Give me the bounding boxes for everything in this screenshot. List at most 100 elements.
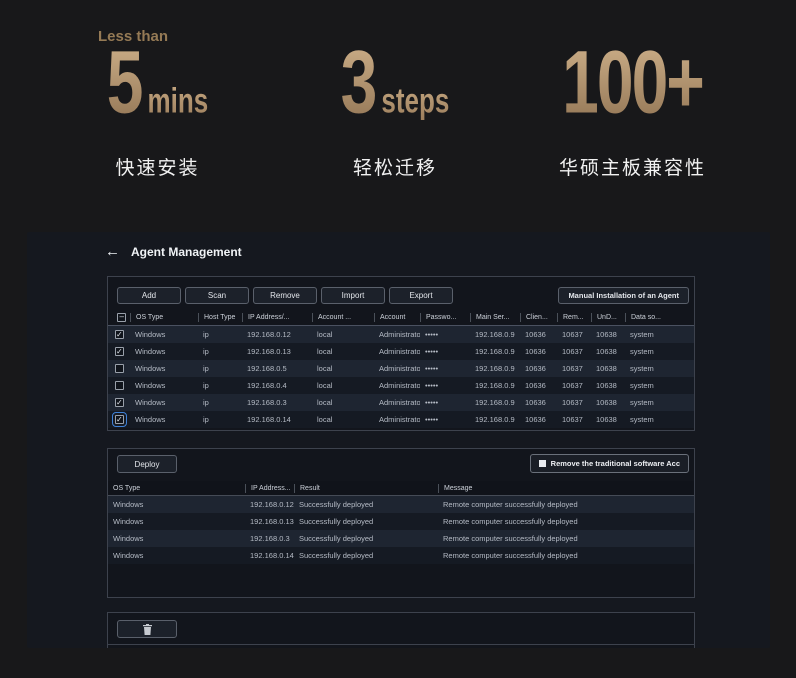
stat-label: 轻松迁移 bbox=[352, 158, 437, 179]
table-cell: Administrator bbox=[379, 398, 420, 407]
table-cell: ip bbox=[203, 364, 209, 373]
column-header: IP Address... bbox=[245, 483, 294, 493]
import-button[interactable]: Import bbox=[321, 287, 385, 304]
manual-install-button[interactable]: Manual Installation of an Agent bbox=[558, 287, 689, 304]
table-row[interactable]: Windows 192.168.0.12 Successfully deployed… bbox=[108, 496, 694, 513]
column-header: Account bbox=[374, 312, 420, 322]
table-cell: 10638 bbox=[596, 381, 617, 390]
delete-button[interactable] bbox=[117, 620, 177, 638]
row-checkbox-cell bbox=[108, 364, 130, 373]
row-checkbox[interactable] bbox=[114, 347, 124, 356]
table-cell: Remote computer successfully deployed bbox=[443, 551, 578, 560]
table-cell: ip bbox=[203, 415, 209, 424]
table-cell: 10636 bbox=[525, 398, 546, 407]
deploy-table-header: OS Type IP Address... Result Message bbox=[108, 481, 694, 496]
table-cell: 10637 bbox=[562, 381, 583, 390]
row-checkbox[interactable] bbox=[114, 364, 124, 373]
panel-header: ← Agent Management bbox=[105, 244, 242, 259]
table-cell: Administrator bbox=[379, 415, 420, 424]
table-cell: Windows bbox=[135, 398, 166, 407]
table-cell: 192.168.0.12 bbox=[250, 500, 294, 509]
table-cell: 10638 bbox=[596, 330, 617, 339]
row-checkbox-cell bbox=[108, 347, 130, 356]
table-cell: ••••• bbox=[425, 364, 439, 373]
table-cell: Windows bbox=[113, 517, 144, 526]
row-checkbox[interactable] bbox=[114, 398, 124, 407]
table-cell: system bbox=[630, 364, 654, 373]
back-icon[interactable]: ← bbox=[105, 244, 120, 259]
stat-compatibility: 100+ 华硕主板兼容性 bbox=[525, 32, 740, 180]
select-all-checkbox[interactable] bbox=[117, 312, 126, 322]
table-cell: local bbox=[317, 381, 333, 390]
table-cell: 10636 bbox=[525, 330, 546, 339]
table-cell: 192.168.0.3 bbox=[250, 534, 290, 543]
table-cell: 10638 bbox=[596, 347, 617, 356]
column-header: Passwo... bbox=[420, 312, 470, 322]
table-row[interactable]: Windows ip 192.168.0.3 local Administrator ••… bbox=[108, 394, 694, 411]
table-cell: Windows bbox=[135, 364, 166, 373]
table-cell: ••••• bbox=[425, 381, 439, 390]
table-cell: 10638 bbox=[596, 364, 617, 373]
trash-icon bbox=[142, 623, 152, 635]
table-cell: Windows bbox=[113, 551, 144, 560]
scan-button[interactable]: Scan bbox=[185, 287, 249, 304]
table-cell: 10637 bbox=[562, 415, 583, 424]
stat-unit: steps bbox=[381, 80, 450, 121]
column-header: UnD... bbox=[591, 312, 625, 322]
agents-table-body: Windows ip 192.168.0.12 local Administrator •… bbox=[108, 326, 694, 428]
add-button[interactable]: Add bbox=[117, 287, 181, 304]
table-cell: 10637 bbox=[562, 398, 583, 407]
table-cell: 10637 bbox=[562, 347, 583, 356]
column-header: Account ... bbox=[312, 312, 374, 322]
table-row[interactable]: Windows 192.168.0.13 Successfully deployed… bbox=[108, 513, 694, 530]
table-cell: 192.168.0.9 bbox=[475, 415, 515, 424]
table-cell: 10636 bbox=[525, 415, 546, 424]
row-checkbox[interactable] bbox=[114, 330, 124, 339]
table-cell: 192.168.0.9 bbox=[475, 347, 515, 356]
table-row[interactable]: Windows ip 192.168.0.12 local Administrator •… bbox=[108, 326, 694, 343]
table-cell: system bbox=[630, 330, 654, 339]
column-header: OS Type bbox=[130, 312, 198, 322]
table-cell: 192.168.0.14 bbox=[250, 551, 294, 560]
table-cell: local bbox=[317, 398, 333, 407]
remove-traditional-software-toggle[interactable]: Remove the traditional software Acc bbox=[529, 454, 689, 473]
column-header: Host Type bbox=[198, 312, 242, 322]
table-cell: 10636 bbox=[525, 347, 546, 356]
table-cell: 192.168.0.3 bbox=[247, 398, 287, 407]
stat-number: 3 bbox=[341, 29, 378, 134]
column-header: IP Address/... bbox=[242, 312, 312, 322]
column-header: Data so... bbox=[625, 312, 694, 322]
table-cell: 10636 bbox=[525, 381, 546, 390]
table-row[interactable]: Windows 192.168.0.3 Successfully deployed R… bbox=[108, 530, 694, 547]
column-header: OS Type bbox=[113, 484, 141, 492]
deploy-button[interactable]: Deploy bbox=[117, 455, 177, 473]
stat-migration-steps: 3 steps 轻松迁移 bbox=[300, 32, 490, 180]
table-cell: 192.168.0.12 bbox=[247, 330, 291, 339]
cutoff-table-header bbox=[108, 645, 694, 648]
table-cell: 10638 bbox=[596, 398, 617, 407]
table-cell: system bbox=[630, 415, 654, 424]
table-cell: ••••• bbox=[425, 330, 439, 339]
agents-toolbar: Add Scan Remove Import Export bbox=[117, 287, 453, 304]
table-cell: ip bbox=[203, 330, 209, 339]
table-cell: 192.168.0.5 bbox=[247, 364, 287, 373]
table-row[interactable]: Windows ip 192.168.0.4 local Administrator ••… bbox=[108, 377, 694, 394]
table-cell: ••••• bbox=[425, 347, 439, 356]
table-cell: Remote computer successfully deployed bbox=[443, 500, 578, 509]
row-checkbox[interactable] bbox=[114, 381, 124, 390]
table-cell: 192.168.0.9 bbox=[475, 330, 515, 339]
export-button[interactable]: Export bbox=[389, 287, 453, 304]
table-row[interactable]: Windows ip 192.168.0.13 local Administrator •… bbox=[108, 343, 694, 360]
table-cell: 192.168.0.4 bbox=[247, 381, 287, 390]
remove-button[interactable]: Remove bbox=[253, 287, 317, 304]
table-row[interactable]: Windows ip 192.168.0.5 local Administrator ••… bbox=[108, 360, 694, 377]
table-cell: Windows bbox=[135, 381, 166, 390]
table-cell: Windows bbox=[113, 534, 144, 543]
deploy-table-body: Windows 192.168.0.12 Successfully deployed… bbox=[108, 496, 694, 564]
table-cell: local bbox=[317, 347, 333, 356]
row-checkbox[interactable] bbox=[111, 412, 127, 427]
table-row[interactable]: Windows ip 192.168.0.14 local Administrator •… bbox=[108, 411, 694, 428]
table-row[interactable]: Windows 192.168.0.14 Successfully deployed… bbox=[108, 547, 694, 564]
column-header: Message bbox=[438, 483, 694, 493]
table-cell: Windows bbox=[135, 330, 166, 339]
